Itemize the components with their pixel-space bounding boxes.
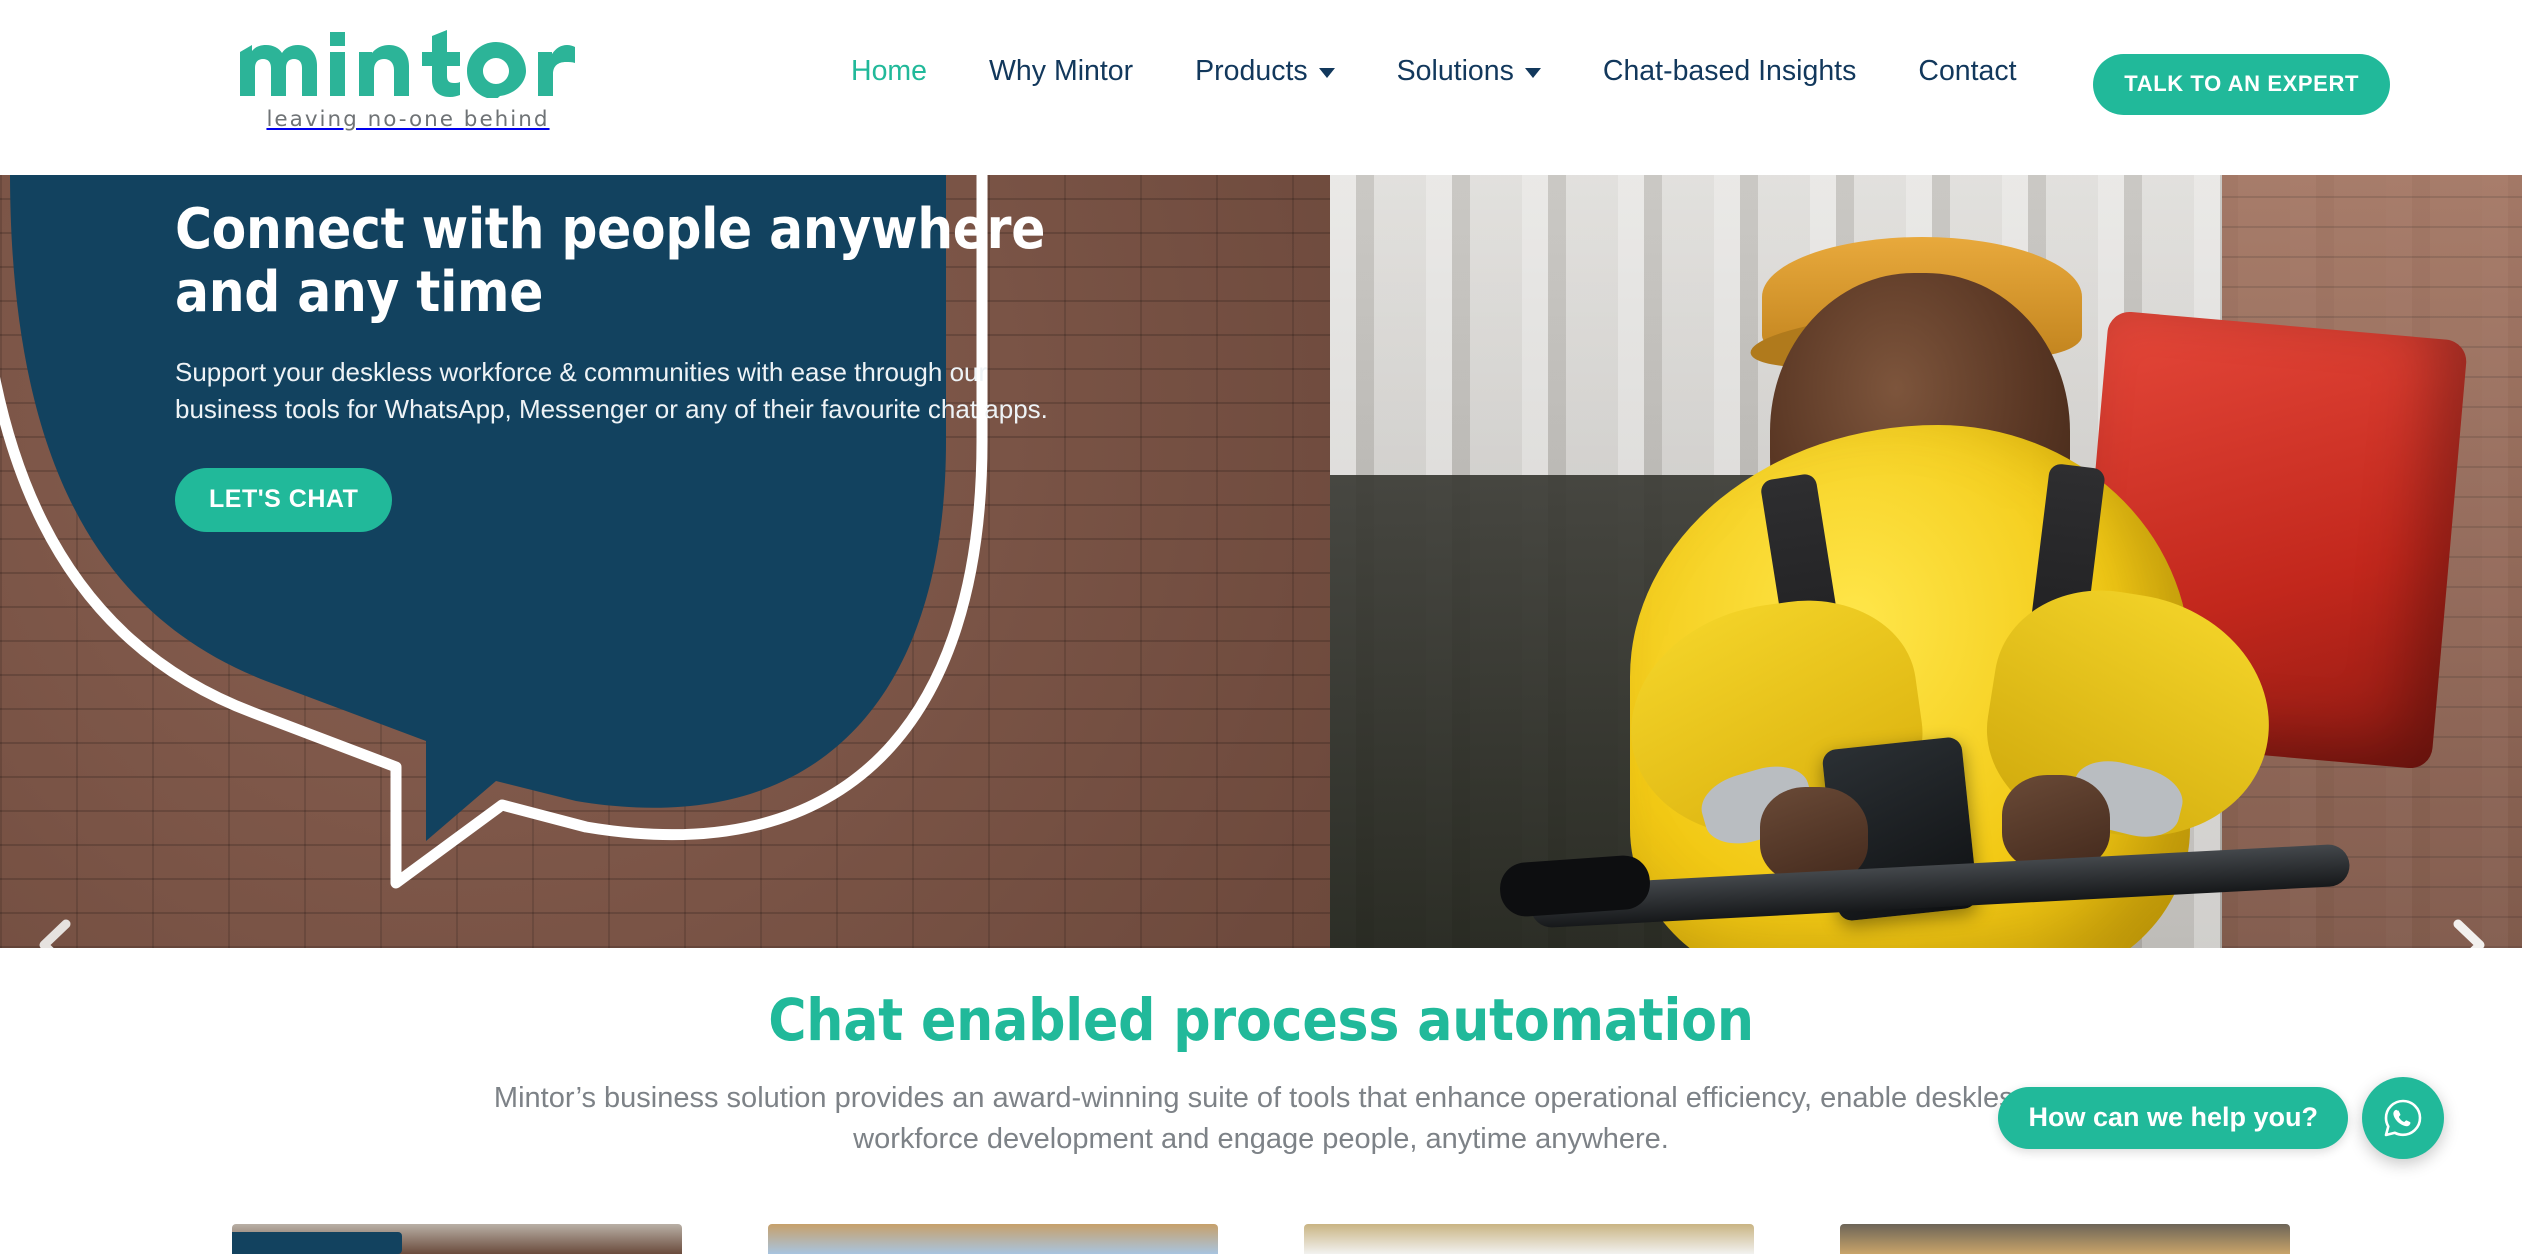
nav-item-chat-based-insights[interactable]: Chat-based Insights [1572,55,1887,88]
site-header: leaving no-one behind Home Why Mintor Pr… [0,0,2522,175]
chevron-down-icon [1318,68,1335,78]
whatsapp-icon [2384,1099,2422,1137]
feature-card[interactable] [1304,1224,1754,1254]
section-body-text: Mintor’s business solution provides an a… [493,1082,2029,1156]
carousel-prev-chevron-left-icon[interactable] [20,910,90,948]
mintor-logo-icon [240,30,575,98]
feature-card[interactable] [1840,1224,2290,1254]
page-root: leaving no-one behind Home Why Mintor Pr… [0,0,2522,1254]
nav-label-solutions: Solutions [1396,55,1514,87]
nav-label-why-mintor: Why Mintor [989,55,1134,87]
section-title: Chat enabled process automation [768,986,1754,1054]
nav-item-contact[interactable]: Contact [1887,55,2047,88]
feature-card[interactable] [768,1224,1218,1254]
hero-photo-courier [1330,175,2522,948]
handlebar-grip [1498,853,1652,919]
chevron-down-icon [1524,68,1541,78]
carousel-next-chevron-right-icon[interactable] [2434,910,2504,948]
talk-to-an-expert-button[interactable]: TALK TO AN EXPERT [2093,54,2390,115]
feature-card[interactable] [232,1224,682,1254]
card-badge [232,1232,402,1254]
nav-item-products[interactable]: Products [1164,55,1365,88]
hero-content: Connect with people anywhere and any tim… [175,197,1135,533]
whatsapp-launcher-button[interactable] [2362,1077,2444,1159]
feature-cards-row [0,1224,2522,1254]
logo-link[interactable]: leaving no-one behind [238,24,578,132]
lets-chat-button[interactable]: LET'S CHAT [175,468,393,533]
main-navigation: Home Why Mintor Products Solutions Chat-… [820,55,2048,88]
nav-item-why-mintor[interactable]: Why Mintor [958,55,1164,88]
nav-label-home: Home [851,55,928,87]
hero-subtitle: Support your deskless workforce & commun… [175,357,1048,425]
nav-label-contact: Contact [1918,55,2017,87]
nav-item-solutions[interactable]: Solutions [1366,55,1572,88]
hero-slider: Connect with people anywhere and any tim… [0,175,2522,948]
nav-item-home[interactable]: Home [820,55,958,88]
whatsapp-chat-widget: How can we help you? [1998,1077,2444,1159]
nav-label-products: Products [1195,55,1308,87]
logo-tagline: leaving no-one behind [266,107,550,132]
nav-label-chat-based-insights: Chat-based Insights [1602,55,1857,87]
hero-title: Connect with people anywhere and any tim… [175,197,1046,325]
whatsapp-help-label[interactable]: How can we help you? [1998,1087,2348,1149]
courier-figure [1330,175,2522,948]
